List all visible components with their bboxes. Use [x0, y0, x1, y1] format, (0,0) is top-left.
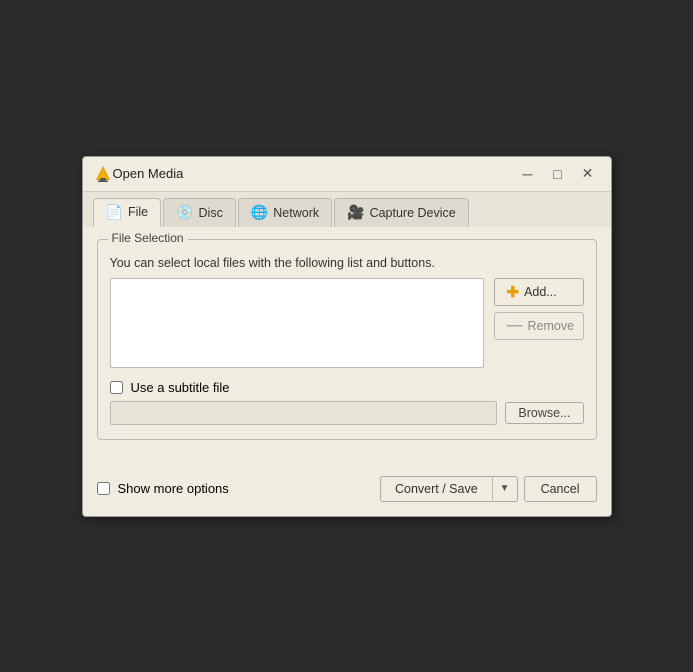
open-media-dialog: Open Media ─ □ ✕ 📄 File 💿 Disc 🌐 Network… [82, 156, 612, 517]
tab-disc-label: Disc [199, 206, 223, 220]
file-area: ✚ Add... — Remove [110, 278, 584, 368]
cancel-button[interactable]: Cancel [524, 476, 597, 502]
file-selection-section: File Selection You can select local file… [97, 239, 597, 440]
file-buttons: ✚ Add... — Remove [494, 278, 584, 340]
capture-tab-icon: 🎥 [347, 204, 364, 221]
subtitle-checkbox[interactable] [110, 381, 123, 394]
bottom-actions: Convert / Save ▼ Cancel [380, 476, 597, 502]
subtitle-path-input[interactable] [110, 401, 498, 425]
remove-icon: — [507, 317, 523, 335]
show-more-row: Show more options [97, 481, 372, 496]
remove-button-label: Remove [528, 319, 575, 333]
close-button[interactable]: ✕ [575, 163, 601, 185]
tab-disc[interactable]: 💿 Disc [163, 198, 236, 227]
window-controls: ─ □ ✕ [515, 163, 601, 185]
file-tab-icon: 📄 [106, 204, 123, 221]
titlebar: Open Media ─ □ ✕ [83, 157, 611, 192]
window-title: Open Media [113, 166, 515, 181]
file-list[interactable] [110, 278, 484, 368]
section-label: File Selection [108, 231, 188, 245]
tabs-bar: 📄 File 💿 Disc 🌐 Network 🎥 Capture Device [83, 192, 611, 227]
content-area: File Selection You can select local file… [83, 227, 611, 466]
minimize-button[interactable]: ─ [515, 163, 541, 185]
remove-button[interactable]: — Remove [494, 312, 584, 340]
convert-save-button[interactable]: Convert / Save [380, 476, 492, 502]
browse-button[interactable]: Browse... [505, 402, 583, 424]
tab-file-label: File [128, 205, 148, 219]
disc-tab-icon: 💿 [176, 204, 193, 221]
subtitle-file-row: Browse... [110, 401, 584, 425]
tab-network[interactable]: 🌐 Network [238, 198, 332, 227]
tab-capture-label: Capture Device [370, 206, 456, 220]
show-more-label[interactable]: Show more options [118, 481, 229, 496]
add-icon: ✚ [507, 283, 520, 301]
tab-file[interactable]: 📄 File [93, 198, 162, 227]
dropdown-arrow-icon: ▼ [500, 483, 510, 494]
network-tab-icon: 🌐 [251, 204, 268, 221]
tab-network-label: Network [273, 206, 319, 220]
show-more-checkbox[interactable] [97, 482, 110, 495]
maximize-button[interactable]: □ [545, 163, 571, 185]
tab-capture[interactable]: 🎥 Capture Device [334, 198, 469, 227]
convert-dropdown-button[interactable]: ▼ [492, 476, 518, 502]
bottom-bar: Show more options Convert / Save ▼ Cance… [83, 466, 611, 516]
subtitle-checkbox-row: Use a subtitle file [110, 380, 584, 395]
subtitle-label[interactable]: Use a subtitle file [131, 380, 230, 395]
add-button-label: Add... [524, 285, 557, 299]
description-text: You can select local files with the foll… [110, 256, 584, 270]
vlc-icon [93, 164, 113, 184]
add-button[interactable]: ✚ Add... [494, 278, 584, 306]
